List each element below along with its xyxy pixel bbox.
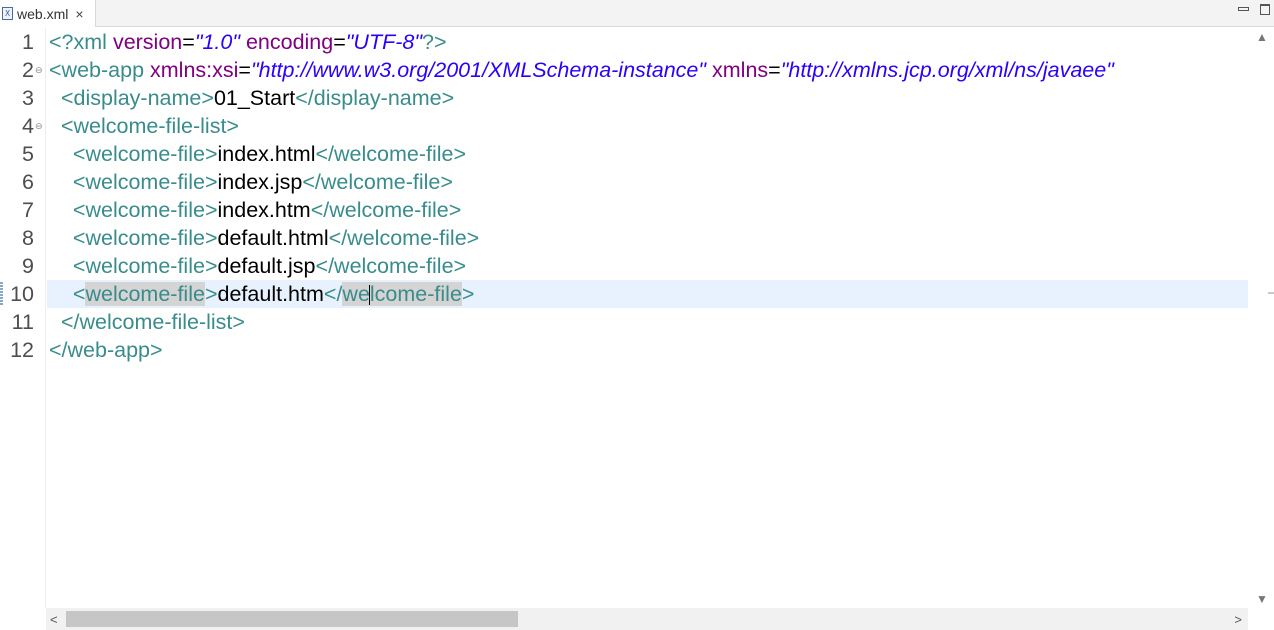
horizontal-scroll-thumb[interactable] bbox=[66, 611, 518, 627]
close-icon[interactable]: × bbox=[75, 6, 83, 22]
code-line-8[interactable]: 8 <welcome-file>default.html</welcome-fi… bbox=[0, 224, 1248, 252]
scroll-up-icon[interactable]: ▲ bbox=[1256, 31, 1268, 43]
code-line-9[interactable]: 9 <welcome-file>default.jsp</welcome-fil… bbox=[0, 252, 1248, 280]
code-text[interactable]: <welcome-file>default.html</welcome-file… bbox=[47, 224, 1248, 252]
code-text[interactable]: <welcome-file-list> bbox=[47, 112, 1248, 140]
line-number: 9 bbox=[22, 254, 34, 278]
code-lines: 1 <?xml version="1.0" encoding="UTF-8"?>… bbox=[0, 28, 1248, 364]
xml-source-editor[interactable]: 1 <?xml version="1.0" encoding="UTF-8"?>… bbox=[0, 28, 1248, 608]
code-line-10-current[interactable]: 10 <welcome-file>default.htm</welcome-fi… bbox=[0, 280, 1248, 308]
code-text[interactable]: <welcome-file>index.html</welcome-file> bbox=[47, 140, 1248, 168]
code-text[interactable]: <?xml version="1.0" encoding="UTF-8"?> bbox=[47, 28, 1248, 56]
line-number: 8 bbox=[22, 226, 34, 250]
editor-tab-bar: X web.xml × bbox=[0, 0, 1274, 27]
scroll-right-icon[interactable]: > bbox=[1234, 612, 1242, 627]
code-line-5[interactable]: 5 <welcome-file>index.html</welcome-file… bbox=[0, 140, 1248, 168]
code-text[interactable]: <welcome-file>index.jsp</welcome-file> bbox=[47, 168, 1248, 196]
code-text[interactable]: </web-app> bbox=[47, 336, 1248, 364]
line-number: 12 bbox=[10, 338, 34, 362]
code-line-11[interactable]: 11 </welcome-file-list> bbox=[0, 308, 1248, 336]
tab-label: web.xml bbox=[17, 5, 69, 22]
code-line-1[interactable]: 1 <?xml version="1.0" encoding="UTF-8"?> bbox=[0, 28, 1248, 56]
vertical-scrollbar[interactable]: ▲ ▼ bbox=[1248, 28, 1274, 608]
code-text[interactable]: <web-app xmlns:xsi="http://www.w3.org/20… bbox=[47, 56, 1248, 84]
matching-tag-highlight: welcome-file bbox=[85, 282, 205, 306]
scroll-down-icon[interactable]: ▼ bbox=[1256, 593, 1268, 605]
fold-collapse-icon[interactable]: ⊖ bbox=[35, 112, 43, 140]
xml-file-icon: X bbox=[2, 7, 13, 20]
line-number: 3 bbox=[22, 86, 34, 110]
code-line-3[interactable]: 3 <display-name>01_Start</display-name> bbox=[0, 84, 1248, 112]
code-text[interactable]: <welcome-file>default.htm</welcome-file> bbox=[47, 280, 1248, 308]
code-text[interactable]: <display-name>01_Start</display-name> bbox=[47, 84, 1248, 112]
code-line-6[interactable]: 6 <welcome-file>index.jsp</welcome-file> bbox=[0, 168, 1248, 196]
line-number: 10 bbox=[10, 282, 34, 306]
line-number: 11 bbox=[11, 310, 34, 334]
fold-collapse-icon[interactable]: ⊖ bbox=[35, 56, 43, 84]
code-line-7[interactable]: 7 <welcome-file>index.htm</welcome-file> bbox=[0, 196, 1248, 224]
code-line-4[interactable]: 4 ⊖ <welcome-file-list> bbox=[0, 112, 1248, 140]
code-text[interactable]: <welcome-file>index.htm</welcome-file> bbox=[47, 196, 1248, 224]
line-number: 2 bbox=[22, 58, 34, 82]
tab-web-xml[interactable]: X web.xml × bbox=[0, 0, 96, 27]
code-text[interactable]: <welcome-file>default.jsp</welcome-file> bbox=[47, 252, 1248, 280]
horizontal-scrollbar[interactable]: < > bbox=[46, 608, 1248, 630]
code-line-12[interactable]: 12 </web-app> bbox=[0, 336, 1248, 364]
scroll-left-icon[interactable]: < bbox=[50, 612, 58, 627]
line-number: 1 bbox=[22, 30, 34, 54]
line-number: 7 bbox=[22, 198, 34, 222]
code-line-2[interactable]: 2 ⊖ <web-app xmlns:xsi="http://www.w3.or… bbox=[0, 56, 1248, 84]
line-number: 4 bbox=[22, 114, 34, 138]
minimize-icon[interactable] bbox=[1236, 2, 1250, 14]
line-number: 5 bbox=[22, 142, 34, 166]
maximize-icon[interactable] bbox=[1258, 2, 1272, 15]
overview-ruler-mark[interactable] bbox=[1268, 292, 1274, 294]
line-number: 6 bbox=[22, 170, 34, 194]
code-text[interactable]: </welcome-file-list> bbox=[47, 308, 1248, 336]
